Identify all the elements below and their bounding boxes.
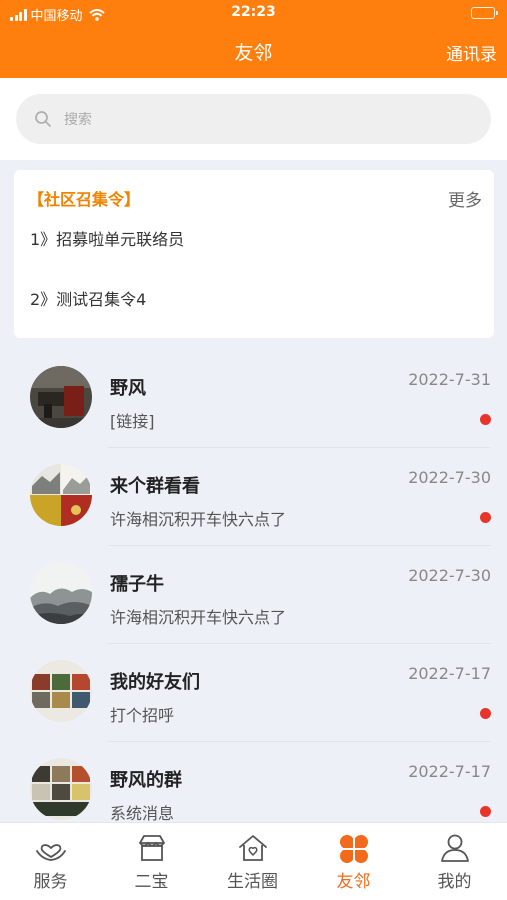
conversation-message: 打个招呼: [110, 706, 175, 725]
avatar: [30, 366, 92, 428]
conversation-item[interactable]: 野风的群 系统消息 2022-7-17: [0, 742, 507, 822]
tab-label: 生活圈: [227, 872, 278, 892]
conversation-message: 许海相沉积开车快六点了: [110, 510, 287, 529]
tab-label: 友邻: [336, 872, 371, 892]
tab-label: 二宝: [134, 872, 169, 892]
notice-more-button[interactable]: 更多: [448, 186, 482, 211]
conversation-list: 野风 [链接] 2022-7-31 来个群看看 许海相沉积开车快六点了 2022…: [0, 350, 507, 822]
unread-dot: [480, 414, 491, 425]
tab-life-circle[interactable]: 生活圈: [202, 823, 303, 900]
notice-item[interactable]: 2》测试召集令4: [30, 286, 146, 310]
contacts-button[interactable]: 通讯录: [446, 40, 497, 65]
conversation-message: [链接]: [110, 412, 155, 431]
search-section: 搜索: [0, 78, 507, 160]
search-input[interactable]: 搜索: [16, 94, 491, 144]
conversation-name: 孺子牛: [110, 574, 164, 595]
conversation-message: 许海相沉积开车快六点了: [110, 608, 287, 627]
conversation-date: 2022-7-17: [408, 664, 491, 683]
home-heart-icon: [239, 835, 267, 861]
shop-icon: [139, 835, 165, 861]
tab-label: 服务: [33, 872, 68, 892]
clover-icon: [340, 835, 368, 863]
conversation-name: 野风的群: [110, 770, 182, 791]
unread-dot: [480, 512, 491, 523]
conversation-date: 2022-7-17: [408, 762, 491, 781]
conversation-item[interactable]: 野风 [链接] 2022-7-31: [0, 350, 507, 448]
conversation-name: 野风: [110, 378, 146, 399]
tab-second-hand[interactable]: 二宝: [101, 823, 202, 900]
tab-mine[interactable]: 我的: [404, 823, 505, 900]
notice-title: 【社区召集令】: [28, 190, 141, 209]
conversation-name: 来个群看看: [110, 476, 200, 497]
avatar: [30, 562, 92, 624]
avatar: [30, 660, 92, 722]
heart-hand-icon: [36, 844, 66, 861]
unread-dot: [480, 708, 491, 719]
conversation-item[interactable]: 来个群看看 许海相沉积开车快六点了 2022-7-30: [0, 448, 507, 546]
avatar: [30, 464, 92, 526]
status-time: 22:23: [231, 4, 276, 20]
avatar: [30, 758, 92, 820]
status-bar: 中国移动 22:23: [0, 0, 507, 28]
page-title: 友邻: [234, 42, 273, 64]
notice-item[interactable]: 1》招募啦单元联络员: [30, 226, 184, 250]
conversation-name: 我的好友们: [110, 672, 200, 693]
conversation-item[interactable]: 我的好友们 打个招呼 2022-7-17: [0, 644, 507, 742]
unread-dot: [480, 806, 491, 817]
tab-service[interactable]: 服务: [0, 823, 101, 900]
conversation-date: 2022-7-31: [408, 370, 491, 389]
tab-label: 我的: [437, 872, 472, 892]
person-icon: [441, 834, 469, 862]
search-icon: [35, 111, 51, 127]
conversation-item[interactable]: 孺子牛 许海相沉积开车快六点了 2022-7-30: [0, 546, 507, 644]
tab-neighbors[interactable]: 友邻: [303, 823, 404, 900]
conversation-date: 2022-7-30: [408, 566, 491, 585]
header: 中国移动 22:23 友邻 通讯录: [0, 0, 507, 78]
conversation-date: 2022-7-30: [408, 468, 491, 487]
tab-bar: 服务 二宝 生活圈 友邻 我的: [0, 822, 507, 900]
battery-icon: [471, 7, 498, 19]
search-placeholder: 搜索: [64, 112, 92, 128]
community-notice-card: 【社区召集令】 更多 1》招募啦单元联络员 2》测试召集令4: [14, 170, 494, 338]
conversation-message: 系统消息: [110, 804, 175, 822]
